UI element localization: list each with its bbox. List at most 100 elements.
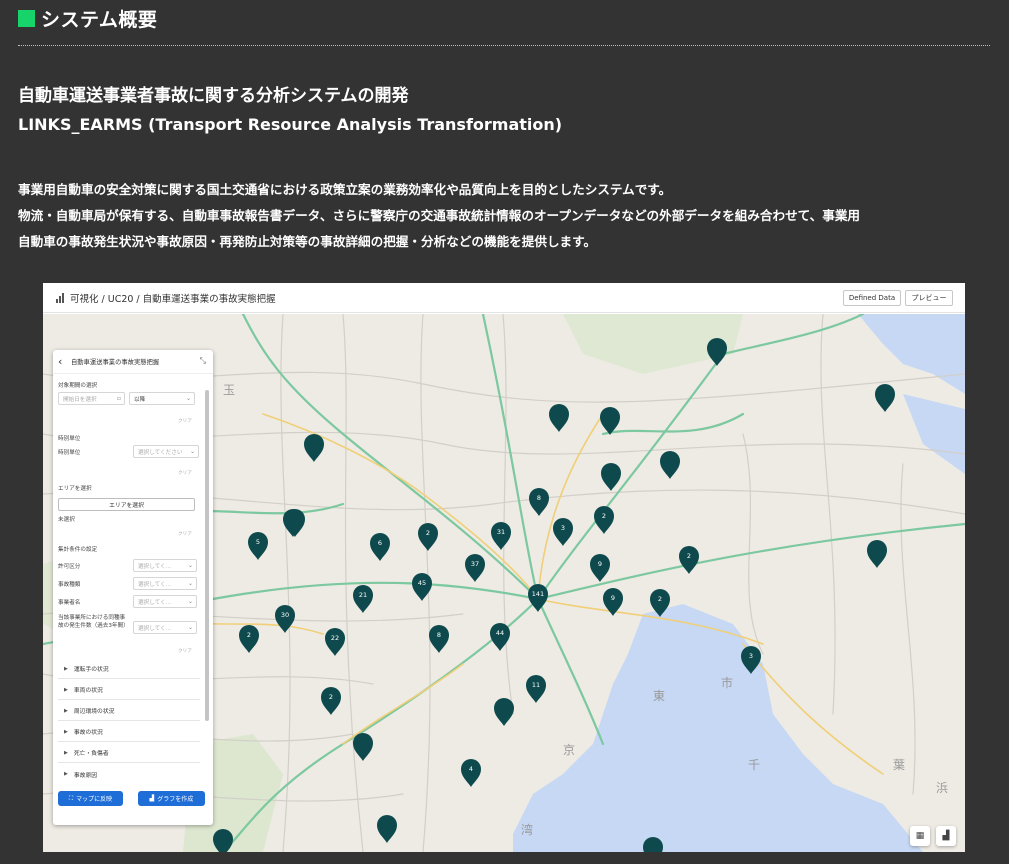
- preview-button[interactable]: プレビュー: [905, 290, 953, 306]
- map-pin-count: 3: [561, 524, 565, 532]
- app-screenshot: 可視化 / UC20 / 自動車運送事業の事故実態把握 Defined Data…: [43, 283, 965, 852]
- map-place-label: 千: [748, 758, 760, 772]
- map-place-label: 京: [563, 743, 575, 757]
- map-pin-count: 21: [359, 591, 367, 599]
- description-line-2: 物流・自動車局が保有する、自動車事故報告書データ、さらに警察庁の交通事故統計情報…: [18, 208, 861, 223]
- time-unit-placeholder: 選択してください: [138, 449, 183, 456]
- map-pin-count: 6: [378, 539, 382, 547]
- chevron-down-icon: ⌄: [187, 598, 193, 605]
- section-vehicle-label: 車両の状況: [73, 688, 103, 694]
- operator-select[interactable]: 選択してく... ⌄: [133, 595, 197, 608]
- section-casualties[interactable]: ▶ 死亡・負傷者: [58, 743, 200, 763]
- create-graph-button[interactable]: ▟ グラフを作成: [138, 791, 205, 806]
- clear-link[interactable]: クリア: [178, 648, 192, 654]
- section-vehicle[interactable]: ▶ 車両の状況: [58, 680, 200, 700]
- accident-type-label: 事故種類: [58, 582, 81, 588]
- back-arrow-icon[interactable]: ‹: [58, 355, 68, 368]
- accident-type-placeholder: 選択してく...: [138, 581, 171, 588]
- clear-link[interactable]: クリア: [178, 531, 192, 537]
- filter-panel: ‹ 自動車運送事業の事故実態把握 ⤡ 対象期間の選択 開始日を選択 ▫ 以降 ⌄…: [53, 350, 213, 825]
- time-unit-select[interactable]: 選択してください ⌄: [133, 445, 199, 458]
- caret-right-icon: ▶: [64, 686, 68, 693]
- reflect-to-map-button[interactable]: ⛶ マップに反映: [58, 791, 123, 806]
- caret-right-icon: ▶: [64, 665, 68, 672]
- section-accident-label: 事故の状況: [73, 730, 103, 736]
- map-place-label: 湾: [521, 822, 533, 837]
- section-casualties-label: 死亡・負傷者: [73, 751, 109, 757]
- map-place-label: 葉: [893, 758, 905, 772]
- map-pin-count: 31: [497, 528, 505, 536]
- page-heading: 自動車運送事業者事故に関する分析システムの開発: [18, 86, 409, 106]
- caret-right-icon: ▶: [64, 771, 68, 777]
- map-icon: ⛶: [68, 794, 74, 802]
- same-type-label: 当該事業所における同種事故の発生件数（過去3年間）: [58, 615, 129, 629]
- section-environment[interactable]: ▶ 周辺環境の状況: [58, 701, 200, 721]
- map-pin-count: 22: [331, 634, 339, 642]
- area-status: 未選択: [58, 517, 75, 523]
- area-heading: エリアを選択: [58, 486, 92, 492]
- time-unit-label: 時別単位: [58, 450, 81, 456]
- page-subheading: LINKS_EARMS (Transport Resource Analysis…: [18, 115, 563, 134]
- select-area-button[interactable]: エリアを選択: [58, 498, 195, 511]
- section-cause[interactable]: ▶ 事故原因: [58, 764, 200, 784]
- map-pin-count: 30: [281, 611, 289, 619]
- period-after-select[interactable]: 以降 ⌄: [129, 392, 195, 405]
- section-accident[interactable]: ▶ 事故の状況: [58, 722, 200, 742]
- map-pin-count: 44: [496, 629, 504, 637]
- map-place-label: 市: [721, 675, 733, 690]
- description-line-3: 自動車の事故発生状況や事故原因・再発防止対策等の事故詳細の把握・分析などの機能を…: [18, 234, 597, 249]
- defined-data-button[interactable]: Defined Data: [843, 290, 901, 306]
- time-unit-heading: 時別単位: [58, 436, 81, 442]
- map-pin-count: 8: [437, 631, 441, 639]
- map-pin-count: 4: [469, 765, 473, 773]
- map-pin-count: 37: [471, 560, 479, 568]
- map-view[interactable]: 玉東京湾千葉市浜 8 2 3 5 6 2 31 2 37 9 45 21 141 9 2 30 2 22 8 44 3 1…: [43, 314, 965, 852]
- chevron-down-icon: ⌄: [185, 395, 191, 402]
- chevron-down-icon: ⌄: [187, 580, 193, 587]
- map-pin-count: 9: [598, 560, 602, 568]
- map-pin-count: 11: [532, 681, 540, 689]
- panel-header: ‹ 自動車運送事業の事故実態把握 ⤡: [53, 350, 213, 374]
- clear-link[interactable]: クリア: [178, 418, 192, 424]
- permit-select[interactable]: 選択してく... ⌄: [133, 559, 197, 572]
- app-topbar: 可視化 / UC20 / 自動車運送事業の事故実態把握 Defined Data…: [43, 283, 965, 313]
- collapse-icon[interactable]: ⤡: [200, 356, 206, 366]
- chevron-down-icon: ⌄: [187, 562, 193, 569]
- start-date-input[interactable]: 開始日を選択 ▫: [58, 392, 125, 405]
- map-pin-count: 5: [256, 538, 260, 546]
- grid-view-icon[interactable]: ▦: [910, 826, 930, 846]
- map-pin-count: 2: [602, 512, 606, 520]
- map-pin-count: 2: [247, 631, 251, 639]
- period-label: 対象期間の選択: [58, 383, 98, 389]
- breadcrumb: 可視化 / UC20 / 自動車運送事業の事故実態把握: [70, 293, 276, 305]
- panel-scrollbar[interactable]: [205, 390, 209, 721]
- chevron-down-icon: ⌄: [189, 448, 195, 455]
- caret-right-icon: ▶: [64, 728, 68, 735]
- bar-chart-icon[interactable]: ▟: [936, 826, 956, 846]
- description-line-1: 事業用自動車の安全対策に関する国土交通省における政策立案の業務効率化や品質向上を…: [18, 182, 672, 197]
- map-pin-count: 45: [418, 579, 426, 587]
- section-driver[interactable]: ▶ 運転手の状況: [58, 659, 200, 679]
- map-pin-count: 2: [658, 595, 662, 603]
- section-title: システム概要: [41, 8, 158, 31]
- map-pin-count: 2: [687, 552, 691, 560]
- map-place-label: 玉: [223, 383, 235, 397]
- map-pin-count: 141: [532, 590, 544, 598]
- operator-placeholder: 選択してく...: [138, 599, 171, 606]
- chevron-down-icon: ⌄: [187, 624, 193, 631]
- caret-right-icon: ▶: [64, 749, 68, 756]
- same-type-select[interactable]: 選択してく... ⌄: [133, 621, 197, 634]
- panel-title: 自動車運送事業の事故実態把握: [71, 359, 160, 366]
- section-cause-label: 事故原因: [73, 772, 98, 779]
- map-pin-count: 3: [749, 652, 753, 660]
- period-after-value: 以降: [134, 396, 146, 403]
- map-pin-count: 2: [329, 693, 333, 701]
- caret-right-icon: ▶: [64, 707, 68, 714]
- map-place-label: 東: [653, 689, 665, 703]
- clear-link[interactable]: クリア: [178, 470, 192, 476]
- chart-bars-icon: [56, 292, 64, 303]
- accident-type-select[interactable]: 選択してく... ⌄: [133, 577, 197, 590]
- operator-label: 事業者名: [58, 600, 81, 606]
- section-marker-icon: [18, 9, 35, 27]
- dotted-divider: [18, 45, 990, 46]
